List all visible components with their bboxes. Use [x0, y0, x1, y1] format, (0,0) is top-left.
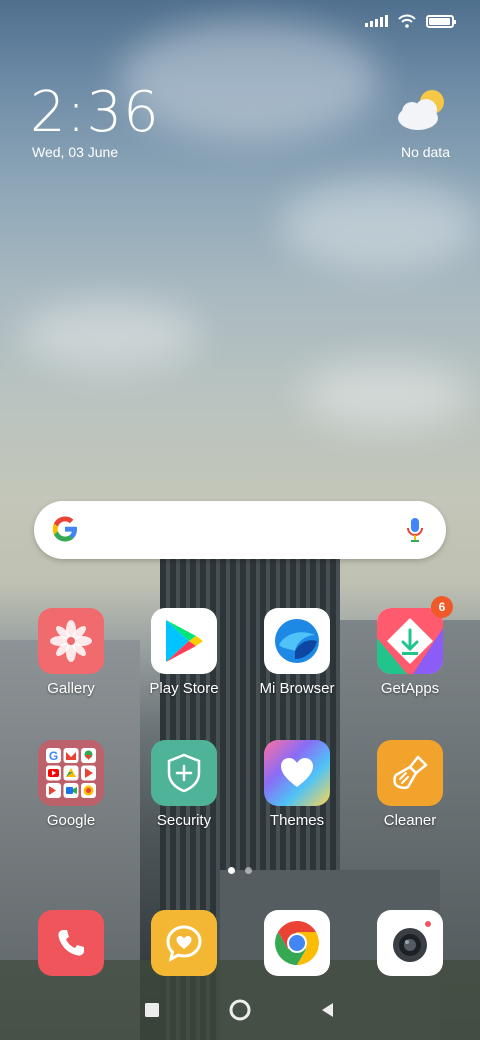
- app-gallery[interactable]: Gallery: [21, 608, 121, 697]
- clock-date[interactable]: Wed, 03 June: [32, 144, 118, 160]
- app-label: Google: [46, 812, 96, 829]
- wallpaper-cloud: [280, 180, 480, 270]
- camera-icon: [377, 910, 443, 976]
- back-button[interactable]: [319, 1001, 337, 1019]
- app-security[interactable]: Security: [134, 740, 234, 829]
- wallpaper-cloud: [20, 300, 200, 370]
- svg-text:G: G: [49, 749, 58, 763]
- google-folder-icon: G: [38, 740, 104, 806]
- app-cleaner[interactable]: Cleaner: [360, 740, 460, 829]
- recents-button[interactable]: [143, 1001, 161, 1019]
- clock-time[interactable]: 2:36: [30, 80, 160, 145]
- getapps-icon: 6: [377, 596, 453, 674]
- notification-badge: 6: [431, 596, 453, 618]
- security-icon: [151, 740, 217, 806]
- app-play-store[interactable]: Play Store: [134, 608, 234, 697]
- weather-label[interactable]: No data: [401, 144, 450, 160]
- wallpaper-cloud: [300, 360, 470, 430]
- messages-icon: [151, 910, 217, 976]
- partly-cloudy-icon: [398, 90, 444, 130]
- app-label: Themes: [269, 812, 325, 829]
- battery-level: [429, 17, 450, 25]
- mi-browser-icon: [264, 608, 330, 674]
- mic-icon[interactable]: [406, 516, 424, 544]
- dock-camera[interactable]: [360, 910, 460, 976]
- app-mi-browser[interactable]: Mi Browser: [247, 608, 347, 697]
- themes-icon: [264, 740, 330, 806]
- app-folder-google[interactable]: G Google: [21, 740, 121, 829]
- status-bar: [365, 8, 456, 34]
- play-store-icon: [151, 608, 217, 674]
- app-label: Cleaner: [383, 812, 437, 829]
- app-label: GetApps: [380, 680, 440, 697]
- dock-chrome[interactable]: [247, 910, 347, 976]
- app-label: Gallery: [47, 680, 95, 697]
- navigation-bar: [0, 980, 480, 1040]
- chrome-icon: [264, 910, 330, 976]
- wifi-icon: [398, 14, 416, 28]
- app-themes[interactable]: Themes: [247, 740, 347, 829]
- weather-widget[interactable]: [394, 88, 450, 137]
- google-search-bar[interactable]: [34, 501, 446, 559]
- dock-phone[interactable]: [21, 910, 121, 976]
- phone-icon: [38, 910, 104, 976]
- app-label: Security: [156, 812, 212, 829]
- google-g-icon: [52, 516, 77, 542]
- app-label: Mi Browser: [259, 680, 335, 697]
- dock-messages[interactable]: [134, 910, 234, 976]
- home-button[interactable]: [228, 998, 252, 1022]
- battery-icon: [426, 14, 456, 28]
- gallery-icon: [38, 608, 104, 674]
- app-getapps[interactable]: 6 GetApps: [360, 596, 460, 697]
- page-indicator: [0, 867, 480, 874]
- page-dot-active[interactable]: [228, 867, 235, 874]
- app-label: Play Store: [149, 680, 219, 697]
- cleaner-icon: [377, 740, 443, 806]
- page-dot[interactable]: [245, 867, 252, 874]
- signal-icon: [365, 15, 388, 27]
